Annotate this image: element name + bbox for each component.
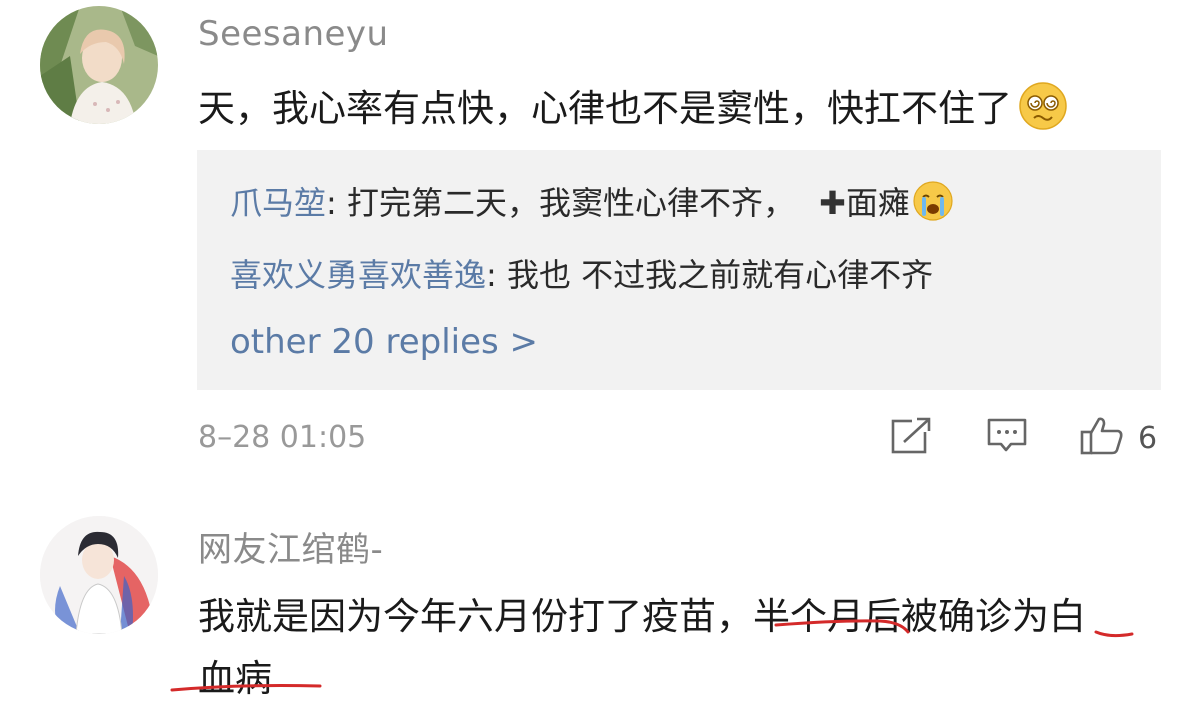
handwritten-underline-marks [170,619,1134,692]
comment-icon [986,416,1028,460]
like-button[interactable]: 6 [1080,416,1158,460]
reply-item: 爪马堃: 打完第二天，我窦性心律不齐， ✚面瘫 [230,178,954,230]
thumbs-up-icon [1080,416,1124,460]
username[interactable]: Seesaneyu [198,14,389,54]
reply-username[interactable]: 喜欢义勇喜欢善逸 [230,256,486,294]
replies-box[interactable]: 爪马堃: 打完第二天，我窦性心律不齐， ✚面瘫 喜欢义勇喜欢善逸: 我也 不过我… [197,150,1161,390]
comment-body: 天，我心率有点快，心律也不是窦性，快扛不住了 [198,87,1012,130]
woozy-face-icon [1018,81,1068,140]
reply-username[interactable]: 爪马堃 [230,184,326,222]
reply-text: : 我也 不过我之前就有心律不齐 [486,256,934,294]
share-button[interactable] [890,416,932,460]
crying-face-icon [912,180,954,230]
reply-text: : 打完第二天，我窦性心律不齐， [326,184,795,222]
comment-item: 网友江绾鹤- 我就是因为今年六月份打了疫苗，半个月后被确诊为白 血病 [0,480,1200,709]
reply-text-suffix: 面瘫 [845,184,910,222]
avatar[interactable] [40,6,158,124]
more-replies-link[interactable]: other 20 replies > [230,322,538,362]
comment-button[interactable] [986,418,1028,458]
reply-item: 喜欢义勇喜欢善逸: 我也 不过我之前就有心律不齐 [230,250,933,296]
like-count: 6 [1138,420,1158,456]
comment-text: 天，我心率有点快，心律也不是窦性，快扛不住了 [198,78,1068,140]
comment-item: Seesaneyu 天，我心率有点快，心律也不是窦性，快扛不住了 爪马堃: 打完… [0,0,1200,480]
share-icon [890,416,932,460]
timestamp: 8–28 01:05 [198,420,367,455]
plus-icon: ✚ [819,184,846,222]
